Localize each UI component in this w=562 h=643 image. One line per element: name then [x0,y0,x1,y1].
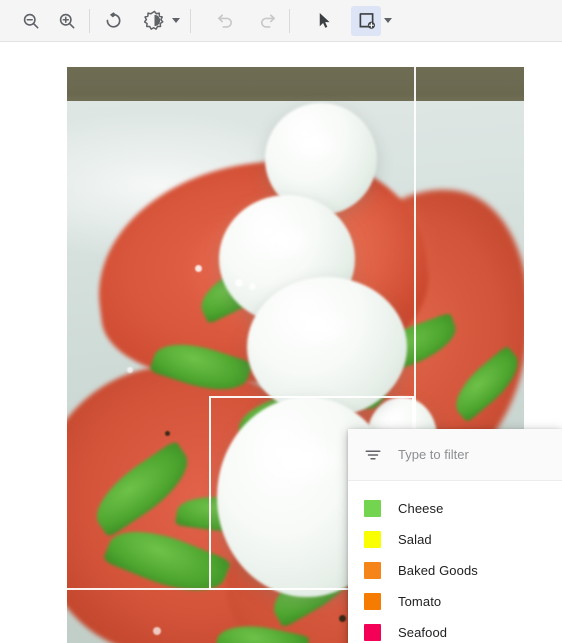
label-filter-popup[interactable]: Cheese Salad Baked Goods Tomato Seafood [348,429,562,643]
select-cursor-icon [315,11,334,30]
label-filter-header [348,429,562,481]
legend-color-swatch [364,593,381,610]
zoom-out-icon [21,11,41,31]
photo-seed [235,279,243,287]
photo-specular-highlight [289,125,341,165]
legend-item-label: Tomato [398,594,442,609]
photo-seed [153,627,161,635]
legend-color-swatch [364,500,381,517]
legend-item-label: Cheese [398,501,444,516]
undo-button[interactable] [210,6,240,36]
brightness-contrast-button[interactable] [139,6,169,36]
photo-specular-highlight [283,303,359,351]
legend-item-cheese[interactable]: Cheese [348,493,562,524]
legend-color-swatch [364,531,381,548]
legend-item-baked-goods[interactable]: Baked Goods [348,555,562,586]
legend-item-label: Salad [398,532,432,547]
brightness-contrast-icon [143,10,165,31]
photo-seed [249,283,256,290]
rotate-icon [102,10,123,31]
label-filter-input[interactable] [398,447,548,462]
photo-seed [127,367,133,373]
select-cursor-button[interactable] [309,6,339,36]
brightness-dropdown-caret[interactable] [169,8,183,34]
chevron-down-icon [172,18,180,23]
legend-item-tomato[interactable]: Tomato [348,586,562,617]
image-canvas-area[interactable]: Cheese Salad Baked Goods Tomato Seafood [0,43,562,643]
create-box-dropdown-caret[interactable] [381,8,395,34]
chevron-down-icon [384,18,392,23]
legend-color-swatch [364,624,381,641]
image-editor-toolbar [0,0,562,42]
zoom-out-button[interactable] [16,6,46,36]
photo-seed [195,265,202,272]
legend-item-salad[interactable]: Salad [348,524,562,555]
undo-icon [215,10,236,31]
create-box-button[interactable] [351,5,381,36]
photo-pepper [339,615,346,622]
legend-item-label: Seafood [398,625,448,640]
zoom-in-button[interactable] [52,6,82,36]
redo-button[interactable] [252,6,282,36]
photo-pepper [165,431,170,436]
rotate-button[interactable] [97,6,127,36]
photo-specular-highlight [253,219,317,263]
redo-icon [257,10,278,31]
toolbar-divider-2 [190,8,191,33]
label-legend-list: Cheese Salad Baked Goods Tomato Seafood [348,481,562,643]
filter-icon [364,446,382,464]
legend-item-label: Baked Goods [398,563,478,578]
legend-color-swatch [364,562,381,579]
create-box-icon [356,10,377,31]
toolbar-divider-3 [289,8,290,33]
legend-item-seafood[interactable]: Seafood [348,617,562,643]
toolbar-divider-1 [89,8,90,33]
zoom-in-icon [57,11,77,31]
